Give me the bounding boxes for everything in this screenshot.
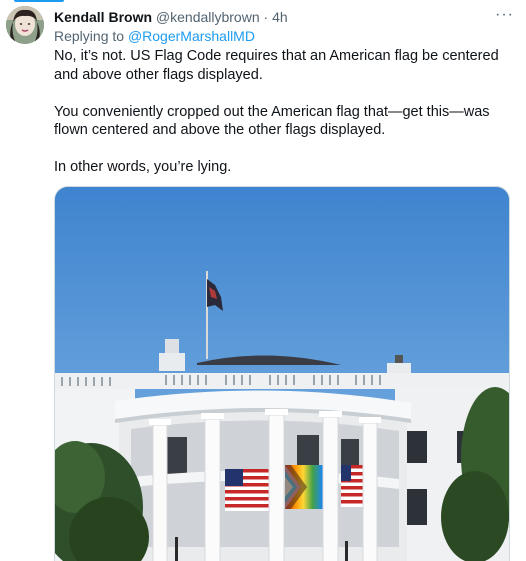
photo-white-house-flags [55, 187, 509, 561]
active-tab-indicator [14, 0, 64, 2]
tweet-reply: Kendall Brown @kendallybrown · 4h ··· Re… [0, 0, 526, 561]
author-name[interactable]: Kendall Brown [54, 9, 152, 25]
replying-to-line: Replying to @RogerMarshallMD [54, 27, 255, 45]
tweet-header: Kendall Brown @kendallybrown · 4h [54, 8, 288, 26]
tweet-media-photo[interactable] [54, 186, 510, 561]
replying-to-mention[interactable]: @RogerMarshallMD [128, 28, 255, 44]
avatar[interactable] [6, 6, 44, 44]
timestamp[interactable]: 4h [272, 9, 288, 25]
tweet-paragraph: In other words, you’re lying. [54, 159, 232, 175]
header-separator: · [263, 9, 269, 25]
replying-prefix: Replying to [54, 28, 125, 44]
ellipsis-icon[interactable]: ··· [495, 7, 514, 23]
author-handle[interactable]: @kendallybrown [156, 9, 260, 25]
tweet-paragraph: You conveniently cropped out the America… [54, 103, 490, 139]
tweet-text: No, it’s not. US Flag Code requires that… [54, 47, 516, 195]
avatar-image [6, 6, 44, 44]
tweet-paragraph: No, it’s not. US Flag Code requires that… [54, 48, 499, 83]
